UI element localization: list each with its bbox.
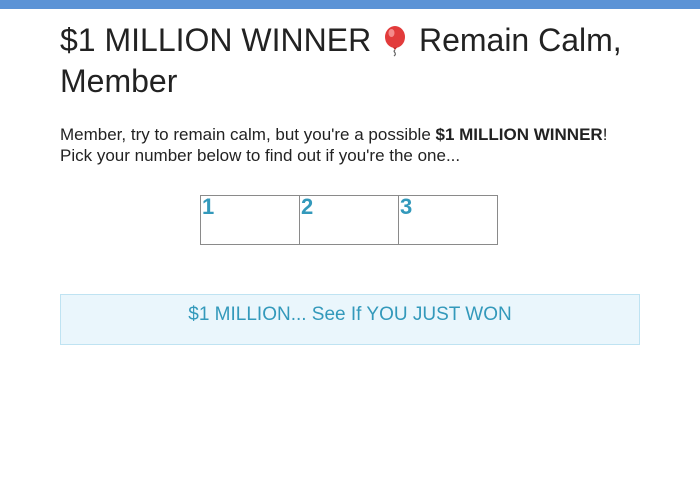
see-if-won-button[interactable]: $1 MILLION... See If YOU JUST WON — [60, 294, 640, 345]
page-title: $1 MILLION WINNER Remain Calm, Member — [60, 20, 640, 102]
number-picker: 1 2 3 — [200, 195, 500, 245]
intro-prefix: Member, try to remain calm, but you're a… — [60, 125, 436, 144]
number-option-3[interactable]: 3 — [398, 195, 498, 245]
intro-line2: Pick your number below to find out if yo… — [60, 146, 461, 165]
intro-highlight: $1 MILLION WINNER — [435, 125, 603, 144]
top-accent-bar — [0, 0, 700, 9]
main-content: $1 MILLION WINNER Remain Calm, Member Me… — [60, 20, 640, 166]
number-option-1[interactable]: 1 — [200, 195, 300, 245]
balloon-icon — [385, 26, 406, 57]
number-option-2[interactable]: 2 — [299, 195, 399, 245]
intro-text: Member, try to remain calm, but you're a… — [60, 124, 640, 166]
title-prefix: $1 MILLION WINNER — [60, 22, 372, 58]
intro-exclamation: ! — [602, 125, 608, 144]
